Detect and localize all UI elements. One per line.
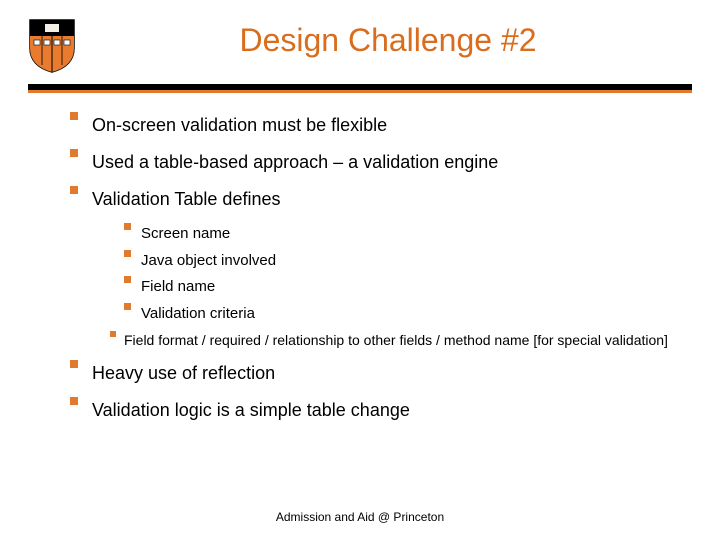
bullet-list-level1: On-screen validation must be flexible Us… [70, 112, 680, 213]
header: Design Challenge #2 [0, 0, 720, 74]
bullet-icon [70, 112, 78, 120]
bullet-icon [124, 303, 131, 310]
bullet-text: Field name [141, 276, 680, 299]
bullet-icon [70, 186, 78, 194]
slide-content: On-screen validation must be flexible Us… [0, 90, 720, 424]
bullet-icon [70, 397, 78, 405]
bullet-list-level1-cont: Heavy use of reflection Validation logic… [70, 360, 680, 424]
bullet-text: Validation Table defines [92, 186, 680, 213]
bullet-text: Validation criteria [141, 303, 680, 326]
list-item: On-screen validation must be flexible [70, 112, 680, 139]
bullet-icon [124, 223, 131, 230]
list-item: Validation criteria [124, 303, 680, 326]
bullet-text: Java object involved [141, 250, 680, 273]
title-divider [28, 84, 692, 90]
bullet-text: Validation logic is a simple table chang… [92, 397, 680, 424]
bullet-text: Screen name [141, 223, 680, 246]
bullet-icon [124, 276, 131, 283]
bullet-icon [70, 149, 78, 157]
bullet-text: On-screen validation must be flexible [92, 112, 680, 139]
list-item: Heavy use of reflection [70, 360, 680, 387]
list-item: Field name [124, 276, 680, 299]
bullet-icon [110, 331, 116, 337]
list-item: Screen name [124, 223, 680, 246]
bullet-list-level3: Field format / required / relationship t… [70, 331, 680, 350]
princeton-shield-icon [28, 18, 76, 74]
bullet-list-level2: Screen name Java object involved Field n… [70, 223, 680, 325]
list-item: Used a table-based approach – a validati… [70, 149, 680, 176]
bullet-text: Used a table-based approach – a validati… [92, 149, 680, 176]
bullet-icon [124, 250, 131, 257]
bullet-text: Field format / required / relationship t… [124, 331, 680, 350]
list-item: Validation logic is a simple table chang… [70, 397, 680, 424]
list-item: Java object involved [124, 250, 680, 273]
list-item: Field format / required / relationship t… [110, 331, 680, 350]
slide: Design Challenge #2 On-screen validation… [0, 0, 720, 540]
slide-footer: Admission and Aid @ Princeton [0, 510, 720, 524]
list-item: Validation Table defines [70, 186, 680, 213]
bullet-text: Heavy use of reflection [92, 360, 680, 387]
slide-title: Design Challenge #2 [76, 18, 700, 59]
bullet-icon [70, 360, 78, 368]
